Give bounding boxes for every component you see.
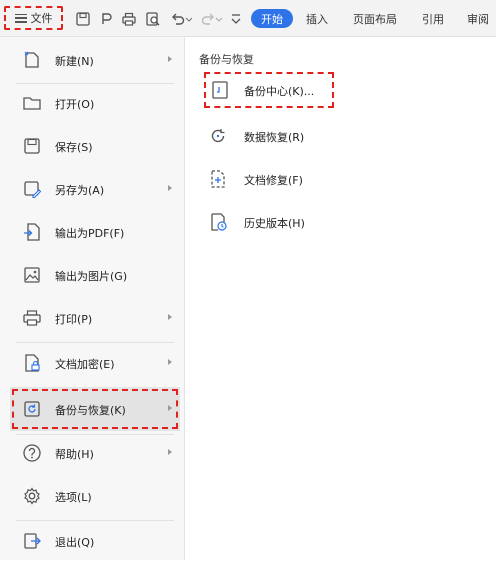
submenu-item-label: 文档修复(F) [244, 174, 303, 187]
submenu-arrow-icon [168, 56, 172, 62]
tab-review[interactable]: 审阅 [467, 11, 489, 27]
hamburger-icon [14, 13, 27, 23]
exit-icon [22, 531, 42, 551]
data-recovery-icon [208, 126, 228, 146]
menu-item-label: 保存(S) [55, 141, 93, 154]
menu-item-label: 备份与恢复(K) [55, 404, 126, 417]
menu-item-label: 退出(Q) [55, 536, 95, 549]
menu-item-label: 打印(P) [55, 313, 93, 326]
submenu-item-history-version[interactable]: 历史版本(H) [198, 204, 358, 240]
menu-item-options[interactable]: 选项(L) [10, 475, 180, 517]
menu-item-label: 另存为(A) [55, 184, 105, 197]
more-icon[interactable] [228, 11, 244, 27]
menu-item-print[interactable]: 打印(P) [10, 297, 180, 339]
print-icon[interactable] [121, 11, 137, 27]
redo-icon[interactable] [200, 11, 216, 27]
menu-item-export-image[interactable]: 输出为图片(G) [10, 254, 180, 296]
backup-restore-icon [22, 399, 42, 419]
save-icon[interactable] [75, 11, 91, 27]
submenu-arrow-icon [168, 405, 172, 411]
pdf-export-icon [22, 222, 42, 242]
menu-item-label: 输出为图片(G) [55, 270, 128, 283]
save-as-icon [22, 179, 42, 199]
submenu-arrow-icon [168, 314, 172, 320]
menu-item-save[interactable]: 保存(S) [10, 125, 180, 167]
submenu-item-data-recovery[interactable]: 数据恢复(R) [198, 118, 358, 154]
settings-icon [22, 486, 42, 506]
submenu-item-backup-center[interactable]: 备份中心(K)... [204, 72, 334, 108]
menu-item-label: 输出为PDF(F) [55, 227, 125, 240]
menu-item-backup-restore[interactable]: 备份与恢复(K) [10, 387, 180, 431]
tab-insert[interactable]: 插入 [306, 11, 328, 27]
menu-item-help[interactable]: 帮助(H) [10, 432, 180, 474]
folder-icon [22, 93, 42, 113]
menu-item-label: 选项(L) [55, 491, 92, 504]
toolbar: 文件 开始 插入 页面布局 引用 审阅 [0, 0, 496, 37]
submenu-item-document-repair[interactable]: 文档修复(F) [198, 161, 358, 197]
menu-item-new[interactable]: 新建(N) [10, 39, 180, 81]
undo-icon[interactable] [170, 11, 186, 27]
menu-item-export-pdf[interactable]: 输出为PDF(F) [10, 211, 180, 253]
submenu-item-label: 备份中心(K)... [244, 85, 315, 98]
tab-page-layout[interactable]: 页面布局 [353, 11, 397, 27]
save-icon [22, 136, 42, 156]
submenu-arrow-icon [168, 359, 172, 365]
menu-item-open[interactable]: 打开(O) [10, 82, 180, 124]
history-version-icon [208, 212, 228, 232]
menu-item-save-as[interactable]: 另存为(A) [10, 168, 180, 210]
new-document-icon [22, 50, 42, 70]
file-menu-panel: 新建(N) 打开(O) 保存(S) 另存为(A) 输出为PDF(F) 输出为图片… [0, 37, 185, 560]
file-menu-button[interactable]: 文件 [4, 6, 63, 30]
menu-item-label: 帮助(H) [55, 448, 94, 461]
menu-item-encrypt[interactable]: 文档加密(E) [10, 342, 180, 384]
export-icon[interactable] [99, 11, 115, 27]
submenu-item-label: 数据恢复(R) [244, 131, 305, 144]
image-export-icon [22, 265, 42, 285]
document-repair-icon [208, 169, 228, 189]
file-menu-label: 文件 [30, 12, 53, 25]
help-icon [22, 443, 42, 463]
print-icon [22, 308, 42, 328]
submenu-title: 备份与恢复 [199, 53, 254, 66]
undo-dropdown-icon[interactable] [185, 11, 193, 27]
menu-item-label: 打开(O) [55, 98, 95, 111]
tab-start[interactable]: 开始 [251, 9, 293, 28]
submenu-arrow-icon [168, 185, 172, 191]
menu-item-exit[interactable]: 退出(Q) [10, 520, 180, 562]
submenu-arrow-icon [168, 449, 172, 455]
encrypt-document-icon [22, 353, 42, 373]
backup-center-icon [210, 80, 230, 100]
tab-references[interactable]: 引用 [422, 11, 444, 27]
redo-dropdown-icon[interactable] [215, 11, 223, 27]
menu-item-label: 文档加密(E) [55, 358, 115, 371]
print-preview-icon[interactable] [145, 11, 161, 27]
submenu-item-label: 历史版本(H) [244, 217, 305, 230]
menu-item-label: 新建(N) [55, 55, 94, 68]
